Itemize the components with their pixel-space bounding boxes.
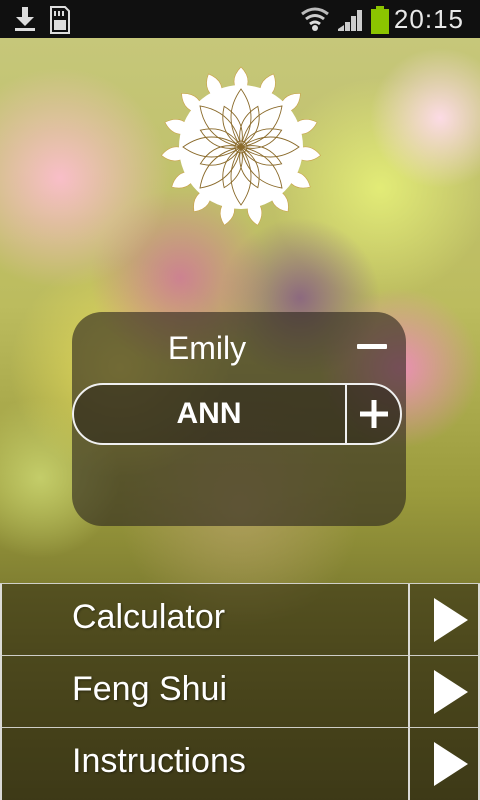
menu-item-label: Feng Shui (72, 670, 227, 708)
menu-item-feng-shui[interactable]: Feng Shui (0, 655, 480, 728)
menu-item-label: Instructions (72, 742, 246, 780)
main-menu: Calculator Feng Shui Instructions (0, 583, 480, 800)
pill-divider (345, 385, 347, 443)
wifi-icon (301, 7, 329, 31)
play-arrow-icon[interactable] (434, 598, 468, 642)
status-bar: 20:15 (0, 0, 480, 38)
plus-button[interactable] (348, 385, 400, 443)
play-arrow-icon[interactable] (434, 670, 468, 714)
menu-item-calculator[interactable]: Calculator (0, 583, 480, 656)
menu-divider (408, 728, 410, 800)
battery-icon (371, 6, 389, 34)
lotus-mandala-logo (161, 66, 321, 226)
menu-divider (408, 656, 410, 728)
minus-icon (357, 343, 387, 349)
sd-card-icon (50, 6, 70, 34)
status-time: 20:15 (393, 4, 464, 34)
profile-panel: Emily ANN (72, 312, 406, 526)
play-arrow-icon[interactable] (434, 742, 468, 786)
signal-icon (338, 10, 362, 31)
menu-item-instructions[interactable]: Instructions (0, 727, 480, 800)
profile-value[interactable]: ANN (74, 385, 344, 443)
profile-value-selector[interactable]: ANN (72, 383, 402, 445)
plus-icon (360, 400, 388, 428)
download-icon (15, 7, 35, 31)
profile-name[interactable]: Emily (72, 330, 342, 367)
minus-button[interactable] (348, 324, 396, 368)
menu-divider (408, 584, 410, 656)
menu-item-label: Calculator (72, 598, 226, 636)
